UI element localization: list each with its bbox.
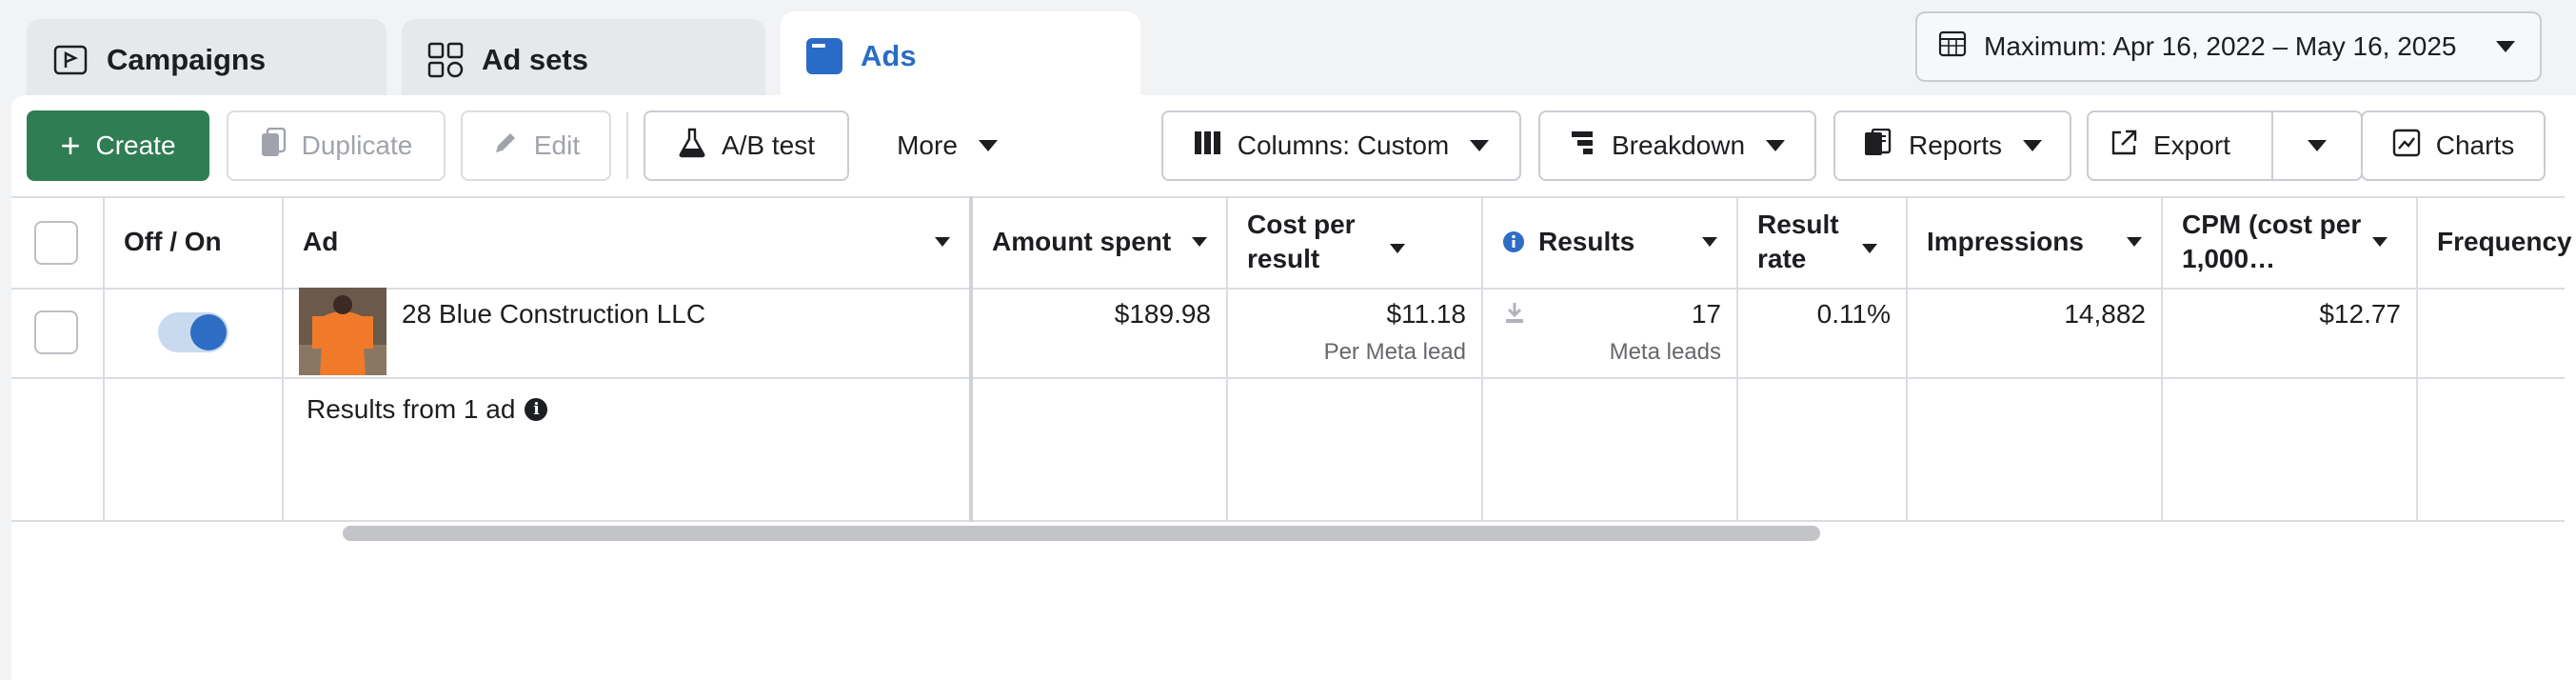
create-label: Create — [95, 130, 176, 160]
create-button[interactable]: + Create — [27, 110, 209, 181]
header-label: Results — [1538, 227, 1635, 256]
ad-name-link[interactable]: 28 Blue Construction LLC — [402, 299, 705, 330]
toggle-knob — [190, 314, 227, 350]
results-value: 17 — [1691, 299, 1721, 329]
header-label: Amount spent — [992, 227, 1172, 256]
grid-icon — [426, 41, 465, 79]
edit-button[interactable]: Edit — [461, 110, 611, 181]
export-dropdown-button[interactable] — [2273, 112, 2361, 179]
sort-caret-icon — [2372, 237, 2388, 247]
sort-caret-icon — [935, 237, 950, 247]
info-icon[interactable]: i — [525, 398, 548, 421]
info-icon — [1502, 230, 1525, 253]
campaign-flag-icon — [51, 41, 89, 79]
reports-button[interactable]: Reports — [1833, 110, 2071, 181]
columns-button[interactable]: Columns: Custom — [1161, 110, 1521, 181]
chevron-down-icon — [978, 140, 998, 151]
header-label: Result rate — [1757, 210, 1839, 273]
ad-window-icon — [805, 37, 843, 75]
reports-label: Reports — [1908, 130, 2003, 160]
header-frequency[interactable]: Frequency — [2418, 196, 2576, 288]
duplicate-button[interactable]: Duplicate — [227, 110, 446, 181]
flask-icon — [678, 128, 706, 165]
pencil-icon — [492, 130, 519, 163]
date-range-picker[interactable]: Maximum: Apr 16, 2022 – May 16, 2025 — [1915, 11, 2542, 82]
select-all-checkbox[interactable] — [34, 221, 78, 265]
tab-label: Campaigns — [107, 43, 267, 76]
charts-button[interactable]: Charts — [2361, 110, 2546, 181]
chevron-down-icon — [1470, 140, 1490, 151]
header-cpm[interactable]: CPM (cost per 1,000… — [2163, 196, 2416, 288]
table-header-border — [11, 288, 2565, 290]
results-summary: Results from 1 ad i — [307, 394, 548, 425]
breakdown-button[interactable]: Breakdown — [1538, 110, 1816, 181]
edit-label: Edit — [533, 130, 581, 160]
tab-ads[interactable]: Ads — [781, 11, 1140, 101]
main-panel — [11, 95, 2576, 680]
reports-icon — [1863, 128, 1893, 164]
header-amount-spent[interactable]: Amount spent — [973, 196, 1226, 288]
header-result-rate[interactable]: Result rate — [1738, 196, 1906, 288]
sort-caret-icon — [1390, 244, 1405, 253]
header-label: Off / On — [124, 227, 222, 256]
chevron-down-icon — [2023, 140, 2043, 151]
chevron-down-icon — [2496, 41, 2515, 52]
toolbar-divider — [626, 112, 628, 179]
calendar-icon — [1938, 30, 1967, 65]
tab-campaigns[interactable]: Campaigns — [27, 19, 386, 101]
ab-test-button[interactable]: A/B test — [644, 110, 849, 181]
header-impressions[interactable]: Impressions — [1908, 196, 2161, 288]
sort-caret-icon — [1862, 244, 1877, 253]
table-row-border — [11, 377, 2565, 379]
header-off-on[interactable]: Off / On — [105, 196, 282, 288]
header-label: Frequency — [2437, 227, 2572, 256]
chevron-down-icon — [2308, 140, 2327, 151]
ab-test-label: A/B test — [721, 130, 816, 160]
header-label: CPM (cost per 1,000… — [2182, 210, 2362, 273]
more-button[interactable]: More — [876, 110, 1019, 181]
summary-label: Results from 1 ad — [307, 394, 516, 424]
duplicate-label: Duplicate — [301, 130, 413, 160]
columns-icon — [1194, 130, 1222, 163]
tab-ad-sets[interactable]: Ad sets — [402, 19, 765, 101]
ad-on-off-toggle[interactable] — [158, 312, 228, 352]
cpm-value: $12.77 — [2319, 299, 2401, 329]
export-icon — [2110, 129, 2138, 164]
horizontal-scrollbar[interactable] — [343, 526, 1820, 541]
breakdown-label: Breakdown — [1611, 130, 1746, 160]
sort-caret-icon — [1702, 237, 1717, 247]
result-rate-value: 0.11% — [1816, 299, 1891, 329]
header-cost-per-result[interactable]: Cost per result — [1228, 196, 1481, 288]
impressions-value: 14,882 — [2064, 299, 2146, 329]
cost-per-result-subtext: Per Meta lead — [1323, 339, 1466, 365]
header-label: Impressions — [1927, 227, 2084, 256]
tab-label: Ad sets — [482, 43, 588, 76]
results-subtext: Meta leads — [1609, 339, 1721, 365]
amount-spent-value: $189.98 — [1114, 299, 1211, 329]
columns-label: Columns: Custom — [1237, 130, 1450, 160]
chart-icon — [2392, 129, 2421, 164]
plus-icon: + — [60, 126, 81, 165]
chevron-down-icon — [1766, 140, 1786, 151]
duplicate-icon — [260, 127, 287, 165]
header-ad[interactable]: Ad — [284, 196, 969, 288]
header-results[interactable]: Results — [1483, 196, 1736, 288]
charts-label: Charts — [2435, 130, 2515, 160]
row-checkbox[interactable] — [34, 310, 78, 354]
date-range-label: Maximum: Apr 16, 2022 – May 16, 2025 — [1984, 31, 2457, 61]
more-label: More — [897, 130, 958, 160]
ad-thumbnail[interactable] — [299, 288, 386, 375]
header-label: Ad — [303, 227, 339, 256]
cost-per-result-value: $11.18 — [1386, 299, 1466, 329]
header-label: Cost per result — [1247, 210, 1356, 273]
breakdown-icon — [1570, 130, 1596, 163]
export-label: Export — [2153, 130, 2230, 160]
table-bottom-border — [11, 520, 2565, 522]
sort-caret-icon — [1192, 237, 1207, 247]
tab-label: Ads — [861, 39, 917, 72]
sort-caret-icon — [2127, 237, 2142, 247]
